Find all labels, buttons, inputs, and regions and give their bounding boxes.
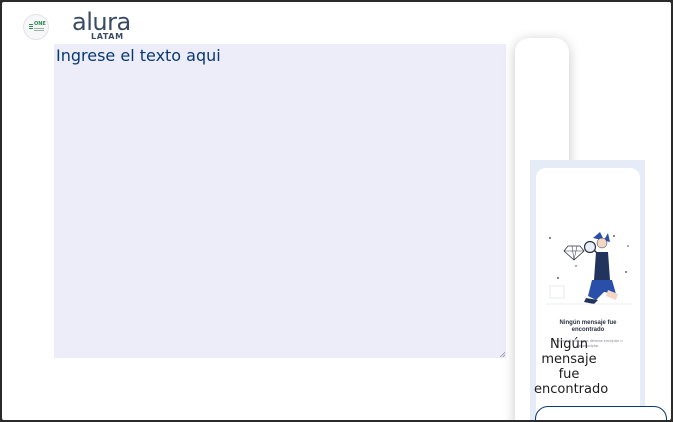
app-frame: ONE alura LATAM Ningún mensaje fue encon… xyxy=(2,2,671,420)
one-logo-icon: ONE xyxy=(23,14,49,40)
search-person-illustration xyxy=(546,232,632,305)
alura-wordmark: alura xyxy=(72,8,131,36)
one-logo-subtext xyxy=(34,28,44,32)
alura-logo: alura LATAM xyxy=(72,10,132,42)
no-message-text: Nigún mensaje fue encontrado xyxy=(534,337,609,397)
one-logo-text: ONE xyxy=(34,21,46,27)
alura-latam-label: LATAM xyxy=(91,32,124,41)
one-logo-bars xyxy=(29,24,33,30)
empty-state-title: Ningún mensaje fue encontrado xyxy=(559,320,617,333)
text-input[interactable] xyxy=(54,44,506,358)
resize-handle-icon[interactable] xyxy=(500,352,505,357)
panel-action-button[interactable] xyxy=(535,406,667,420)
